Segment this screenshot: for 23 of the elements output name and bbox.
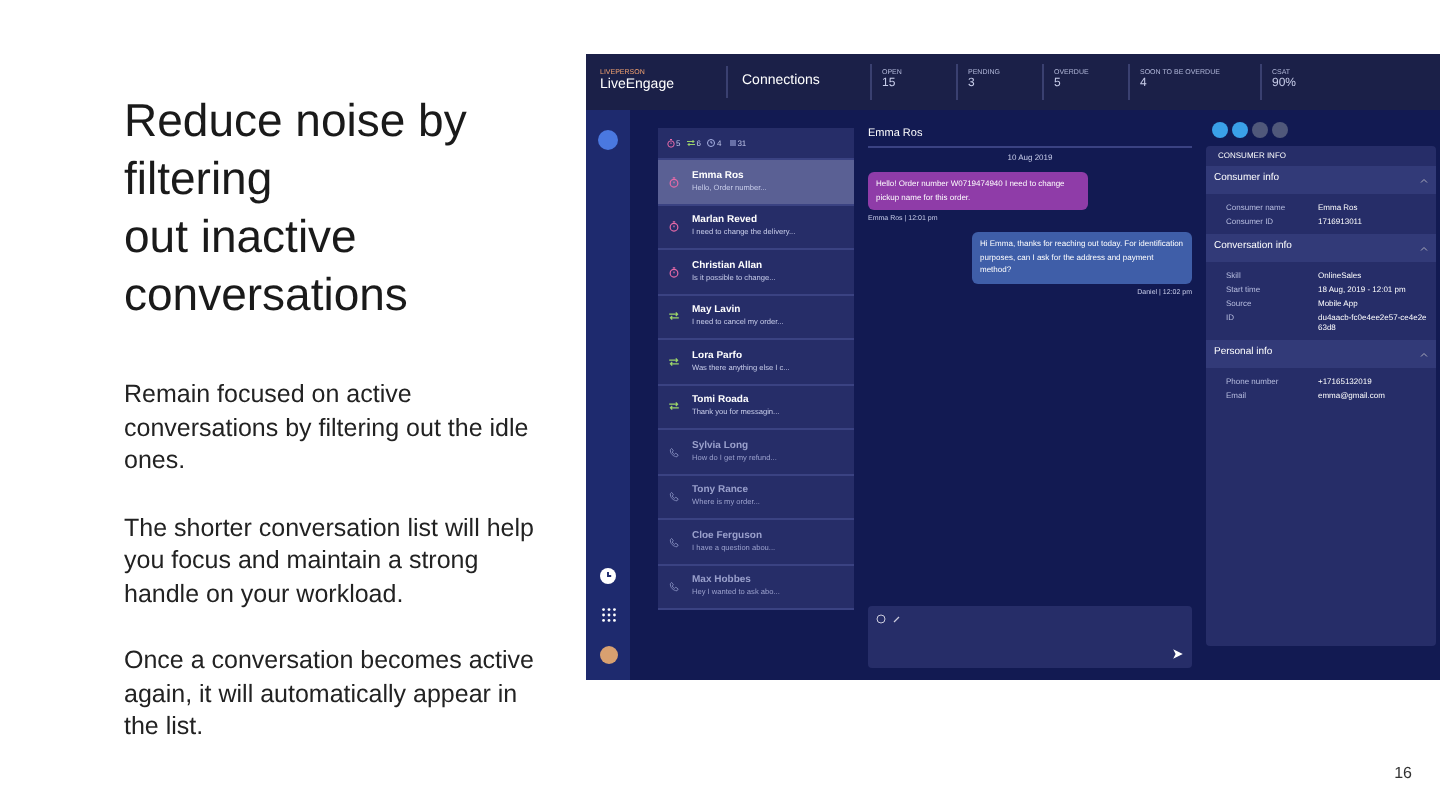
slide-paragraph: Remain focused on active conversations by filtering out the idle ones.	[124, 378, 531, 477]
phone-icon	[668, 445, 680, 458]
transfer-icon	[668, 400, 680, 413]
transfer-icon	[686, 138, 697, 148]
page-number: 16	[1394, 762, 1412, 786]
clock-icon	[706, 138, 717, 148]
stopwatch-icon	[666, 138, 676, 148]
slide-title: Reduce noise by filtering out inactive conversations	[124, 92, 469, 324]
send-icon[interactable]	[1172, 648, 1184, 660]
list-icon	[727, 138, 738, 148]
phone-icon	[668, 535, 680, 548]
transfer-icon	[668, 355, 680, 368]
slide-paragraph: The shorter conversation list will help you focus and maintain a strong handle on your workload.	[124, 511, 536, 610]
stopwatch-icon	[668, 175, 680, 188]
apps-grid-icon[interactable]	[601, 608, 615, 622]
stopwatch-icon	[668, 265, 680, 278]
avatar[interactable]	[599, 646, 617, 664]
clock-icon[interactable]	[600, 568, 616, 584]
slide-paragraph: Once a conversation becomes active again, it will automatically appear in the list.	[124, 644, 536, 743]
phone-icon	[668, 580, 680, 593]
transfer-icon	[668, 310, 680, 323]
phone-icon	[668, 490, 680, 503]
stopwatch-icon	[668, 220, 680, 233]
